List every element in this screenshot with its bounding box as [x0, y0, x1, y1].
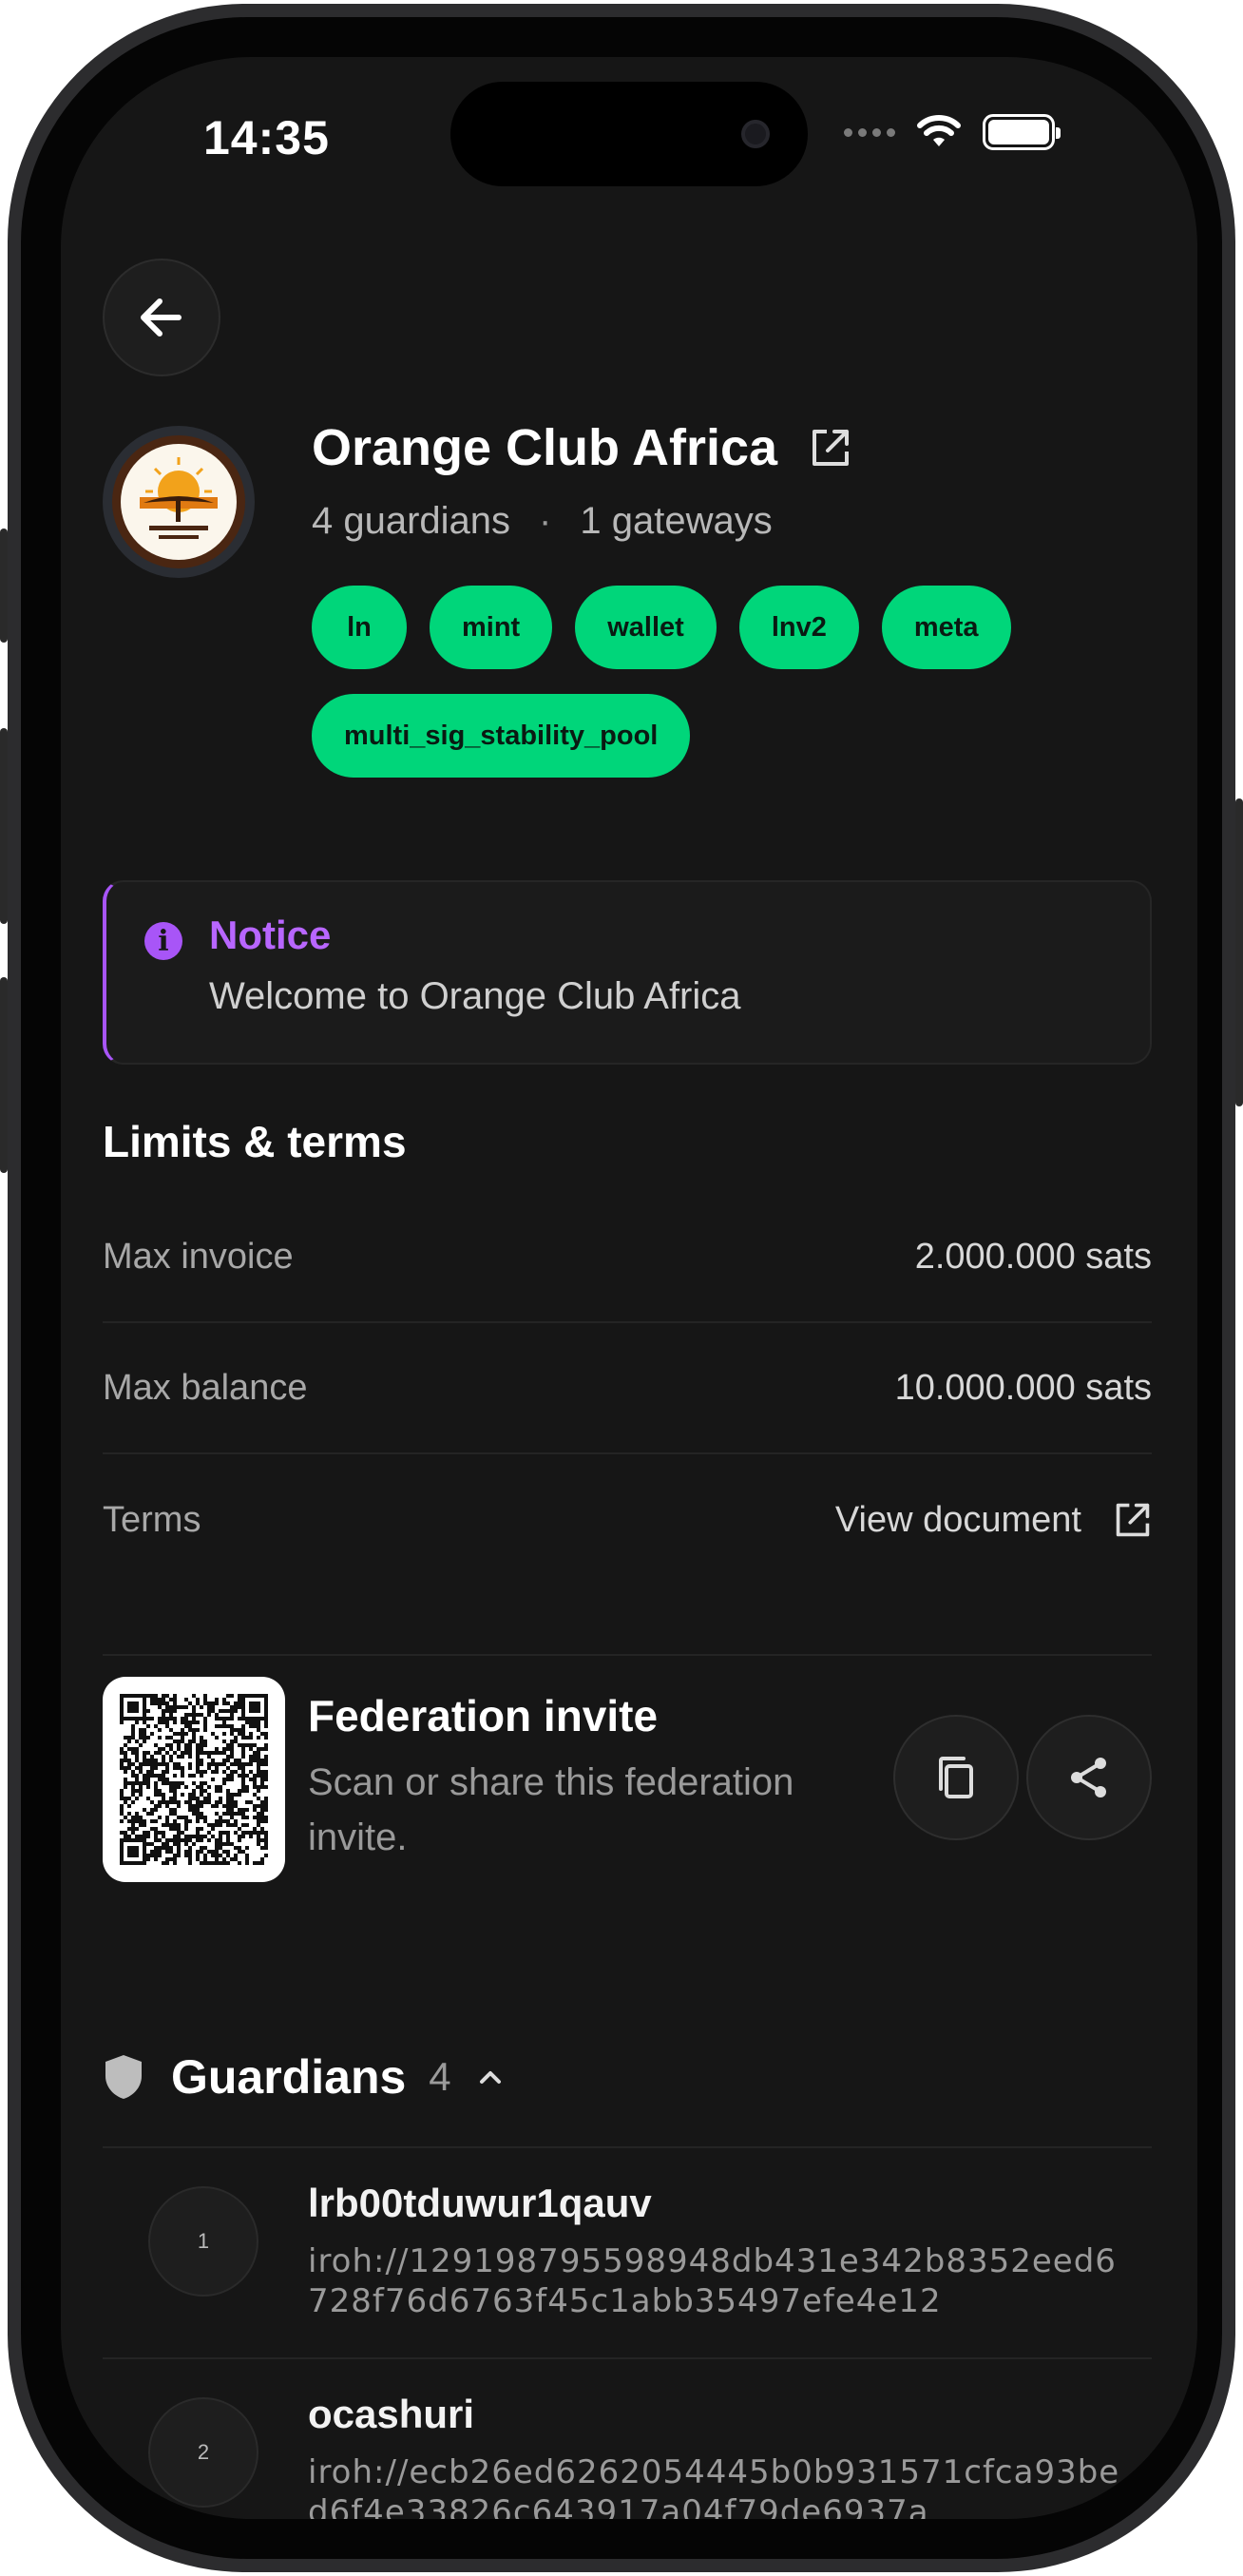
limits-list: Max invoice 2.000.000 sats Max balance 1… — [103, 1192, 1152, 1586]
module-chips: ln mint wallet lnv2 meta multi_sig_stabi… — [312, 586, 1129, 778]
guardians-count: 4 — [429, 2054, 451, 2099]
power-button — [1235, 798, 1243, 1106]
limit-row-max-invoice: Max invoice 2.000.000 sats — [103, 1192, 1152, 1323]
shield-icon — [105, 2055, 142, 2099]
module-chip: meta — [881, 586, 1011, 669]
chevron-up-icon — [479, 2071, 501, 2084]
guardian-item[interactable]: 1 lrb00tduwur1qauv iroh://12919879559894… — [103, 2148, 1152, 2359]
row-label: Max invoice — [103, 1236, 294, 1277]
federation-logo-image — [140, 457, 218, 539]
invite-title: Federation invite — [308, 1691, 659, 1740]
screen: 14:35 Orange Club Africa 4 guardians · 1… — [61, 57, 1197, 2519]
guardians-header[interactable]: Guardians 4 — [103, 2049, 503, 2105]
arrow-left-icon — [141, 298, 182, 336]
row-label: Terms — [103, 1499, 201, 1540]
module-chip: mint — [430, 586, 553, 669]
guardian-number: 1 — [148, 2186, 258, 2297]
external-link-icon[interactable] — [810, 427, 851, 469]
guardian-endpoint: iroh://ecb26ed6262054445b0b931571cfca93b… — [308, 2453, 1120, 2519]
volume-down-button — [0, 977, 8, 1173]
notice-title: Notice — [209, 913, 332, 957]
share-invite-button[interactable] — [1026, 1715, 1152, 1840]
notice-text: Welcome to Orange Club Africa — [209, 975, 741, 1017]
guardian-name: lrb00tduwur1qauv — [308, 2181, 652, 2225]
limits-title: Limits & terms — [103, 1117, 407, 1166]
section-divider — [103, 1654, 1152, 1656]
qr-code-image — [120, 1694, 268, 1865]
limit-row-terms: Terms View document — [103, 1454, 1152, 1586]
view-document-label: View document — [834, 1499, 1081, 1540]
guardians-title: Guardians — [171, 2050, 407, 2104]
module-chip: lnv2 — [738, 586, 859, 669]
federation-header: Orange Club Africa — [312, 418, 851, 477]
external-link-icon — [1116, 1503, 1150, 1537]
guardian-item[interactable]: 2 ocashuri iroh://ecb26ed6262054445b0b93… — [103, 2359, 1152, 2519]
copy-invite-button[interactable] — [893, 1715, 1019, 1840]
status-indicators — [844, 114, 1061, 150]
share-icon — [1071, 1758, 1106, 1797]
guardian-endpoint: iroh://129198795598948db431e342b8352eed6… — [308, 2242, 1117, 2320]
volume-up-button — [0, 728, 8, 924]
module-chip: wallet — [575, 586, 717, 669]
module-chip: multi_sig_stability_pool — [312, 694, 691, 778]
wifi-icon — [917, 115, 961, 146]
guardians-list: 1 lrb00tduwur1qauv iroh://12919879559894… — [103, 2146, 1152, 2519]
gateways-count-text: 1 gateways — [580, 500, 773, 542]
invite-qr-code[interactable] — [103, 1677, 285, 1882]
federation-name: Orange Club Africa — [312, 419, 778, 476]
federation-logo — [103, 426, 255, 578]
action-button — [0, 529, 8, 643]
limit-row-max-balance: Max balance 10.000.000 sats — [103, 1323, 1152, 1454]
status-time: 14:35 — [203, 111, 330, 164]
invite-subtitle: Scan or share this federation invite. — [308, 1761, 794, 1858]
signal-icon — [844, 127, 895, 137]
back-button[interactable] — [103, 259, 220, 376]
info-icon: i — [144, 922, 182, 960]
guardians-count-text: 4 guardians — [312, 500, 511, 542]
view-document-link[interactable]: View document — [835, 1500, 1152, 1541]
copy-icon — [939, 1757, 973, 1798]
guardian-name: ocashuri — [308, 2392, 475, 2436]
battery-icon — [983, 114, 1061, 150]
camera-icon — [741, 120, 770, 148]
row-label: Max balance — [103, 1367, 308, 1408]
dynamic-island — [450, 82, 808, 186]
row-value: 10.000.000 sats — [894, 1367, 1152, 1408]
meta-separator: · — [539, 500, 552, 542]
federation-meta: 4 guardians · 1 gateways — [312, 500, 773, 543]
federation-invite: Federation invite Scan or share this fed… — [103, 1677, 1152, 1882]
module-chip: ln — [312, 586, 407, 669]
row-value: 2.000.000 sats — [914, 1236, 1152, 1277]
notice-card: i Notice Welcome to Orange Club Africa — [103, 880, 1152, 1065]
guardian-number: 2 — [148, 2397, 258, 2508]
phone-frame: 14:35 Orange Club Africa 4 guardians · 1… — [0, 4, 1243, 2572]
